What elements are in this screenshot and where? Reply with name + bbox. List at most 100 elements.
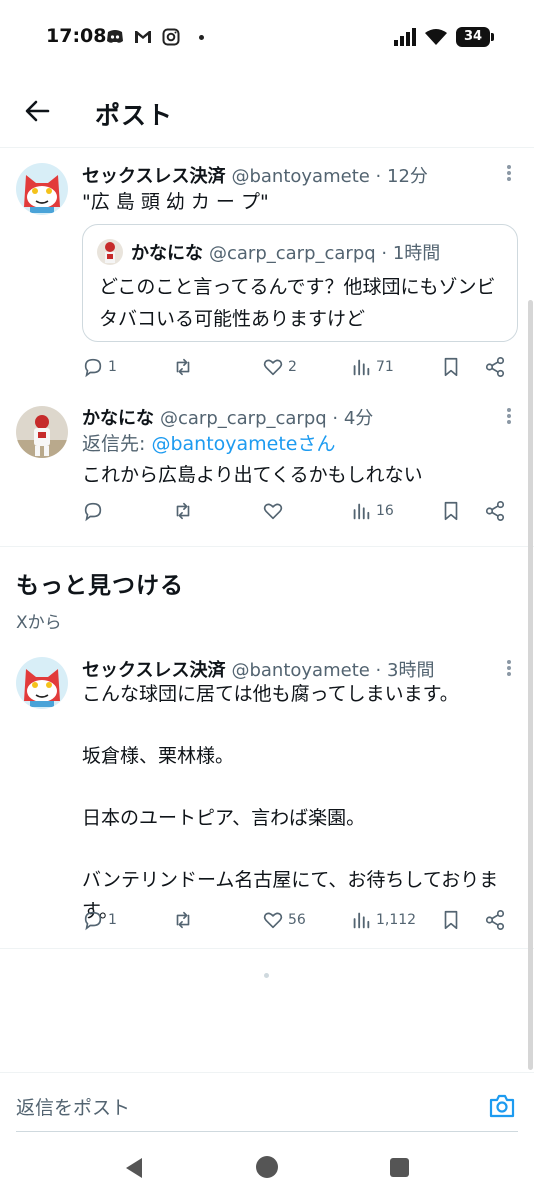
- bookmark-icon: [444, 357, 458, 377]
- composer-underline: [16, 1131, 518, 1132]
- share-button[interactable]: [484, 909, 506, 931]
- battery-indicator: 34: [456, 27, 494, 47]
- views-button[interactable]: 1,112: [350, 909, 416, 931]
- discover-subtitle: Xから: [16, 613, 62, 633]
- page-title: ポスト: [95, 101, 174, 130]
- share-icon: [485, 357, 505, 377]
- tweet-text: "広 島 頭 幼 カ ー プ": [82, 191, 269, 213]
- reply-target-link[interactable]: @bantoyameteさん: [151, 433, 335, 455]
- heart-icon: [263, 912, 283, 929]
- tweet-line: [82, 834, 522, 865]
- author-name[interactable]: かなにな: [82, 408, 154, 429]
- status-time: 17:08: [46, 25, 107, 47]
- retweet-icon: [176, 502, 190, 520]
- reply-button[interactable]: 1: [82, 909, 117, 931]
- retweet-button[interactable]: [172, 909, 198, 931]
- tweet-line: 日本のユートピア、言わば楽園。: [82, 807, 366, 829]
- nav-home-icon[interactable]: [256, 1156, 278, 1178]
- reply-icon: [84, 502, 102, 522]
- back-arrow-icon[interactable]: [22, 96, 52, 126]
- reply-button[interactable]: 1: [82, 356, 117, 378]
- share-button[interactable]: [484, 356, 506, 378]
- reply-icon: [84, 911, 102, 931]
- quoted-author-handle: @carp_carp_carpq · 1時間: [209, 243, 441, 264]
- views-button[interactable]: 16: [350, 500, 394, 522]
- scrollbar[interactable]: [528, 300, 533, 1070]
- views-count: 1,112: [376, 912, 417, 928]
- like-button[interactable]: [262, 500, 288, 522]
- views-icon: [353, 503, 370, 520]
- nav-back-icon[interactable]: [122, 1156, 146, 1180]
- tweet[interactable]: セックスレス決済 @bantoyamete · 3時間 こんな球団に居ては他も腐っ…: [0, 640, 534, 948]
- quoted-text: どこのこと言ってるんです？他球団にもゾンビタバコいる可能性ありますけど: [99, 276, 496, 330]
- more-options-icon[interactable]: [506, 163, 512, 185]
- nav-recents-icon[interactable]: [390, 1158, 409, 1177]
- reply-context: 返信先: @bantoyameteさん: [82, 429, 336, 460]
- bookmark-button[interactable]: [440, 500, 462, 522]
- tweet[interactable]: かなにな @carp_carp_carpq · 4分 返信先: @bantoyam…: [0, 394, 534, 546]
- views-icon: [353, 912, 370, 929]
- quoted-header: かなにな @carp_carp_carpq · 1時間: [131, 239, 440, 265]
- views-button[interactable]: 71: [350, 356, 394, 378]
- discover-title: もっと見つける: [16, 573, 184, 599]
- like-button[interactable]: 2: [262, 356, 297, 378]
- camera-icon[interactable]: [488, 1093, 516, 1119]
- avatar[interactable]: [16, 657, 68, 709]
- like-count: 56: [288, 912, 306, 928]
- retweet-icon: [176, 358, 190, 376]
- tweet-actions: 1 2 71: [82, 356, 522, 384]
- retweet-button[interactable]: [172, 500, 198, 522]
- discord-icon: [107, 30, 123, 43]
- reply-prefix: 返信先:: [82, 433, 152, 455]
- author-name[interactable]: セックスレス決済: [82, 660, 225, 681]
- page-header: ポスト: [0, 76, 534, 148]
- author-handle[interactable]: @bantoyamete · 3時間: [231, 660, 434, 681]
- author-handle[interactable]: @carp_carp_carpq · 4分: [160, 408, 373, 429]
- more-options-icon[interactable]: [506, 658, 512, 680]
- bookmark-button[interactable]: [440, 356, 462, 378]
- tweet[interactable]: セックスレス決済 @bantoyamete · 12分 "広 島 頭 幼 カ ー …: [0, 148, 534, 394]
- tweet-text: これから広島より出てくるかもしれない: [82, 464, 423, 486]
- tweet-header: かなにな @carp_carp_carpq · 4分: [82, 404, 373, 430]
- share-icon: [485, 910, 505, 930]
- status-bar: 17:08 34: [0, 0, 534, 76]
- reply-input[interactable]: 返信をポスト: [16, 1093, 130, 1120]
- reply-icon: [84, 358, 102, 378]
- more-options-icon[interactable]: [506, 406, 512, 428]
- gmail-icon: [135, 31, 151, 43]
- heart-icon: [263, 503, 283, 520]
- author-name[interactable]: セックスレス決済: [82, 166, 225, 187]
- like-count: 2: [288, 359, 297, 375]
- share-icon: [485, 501, 505, 521]
- signal-icon: [394, 28, 416, 46]
- quoted-avatar: [97, 239, 123, 265]
- bookmark-icon: [444, 910, 458, 930]
- avatar[interactable]: [16, 406, 68, 458]
- system-navigation-bar: [0, 1134, 534, 1200]
- tweet-actions: 1 56 1,112: [82, 909, 522, 937]
- reply-composer[interactable]: 返信をポスト: [0, 1072, 534, 1134]
- author-handle[interactable]: @bantoyamete · 12分: [231, 166, 427, 187]
- reply-count: 1: [108, 359, 117, 375]
- notification-dot: [199, 34, 204, 40]
- heart-icon: [263, 359, 283, 376]
- bookmark-icon: [444, 501, 458, 521]
- wifi-icon: [425, 29, 447, 45]
- views-count: 16: [376, 503, 394, 519]
- tweet-header: セックスレス決済 @bantoyamete · 12分: [82, 162, 428, 188]
- reply-count: 1: [108, 912, 117, 928]
- instagram-icon: [162, 28, 180, 46]
- tweet-line: [82, 772, 522, 803]
- quoted-author-name: かなにな: [131, 243, 203, 264]
- bookmark-button[interactable]: [440, 909, 462, 931]
- retweet-button[interactable]: [172, 356, 198, 378]
- like-button[interactable]: 56: [262, 909, 306, 931]
- views-count: 71: [376, 359, 394, 375]
- share-button[interactable]: [484, 500, 506, 522]
- reply-button[interactable]: [82, 500, 108, 522]
- tweet-actions: 16: [82, 500, 522, 528]
- views-icon: [353, 359, 370, 376]
- loading-indicator: [264, 973, 269, 978]
- avatar[interactable]: [16, 163, 68, 215]
- quoted-tweet[interactable]: かなにな @carp_carp_carpq · 1時間 どこのこと言ってるんです？…: [82, 224, 518, 342]
